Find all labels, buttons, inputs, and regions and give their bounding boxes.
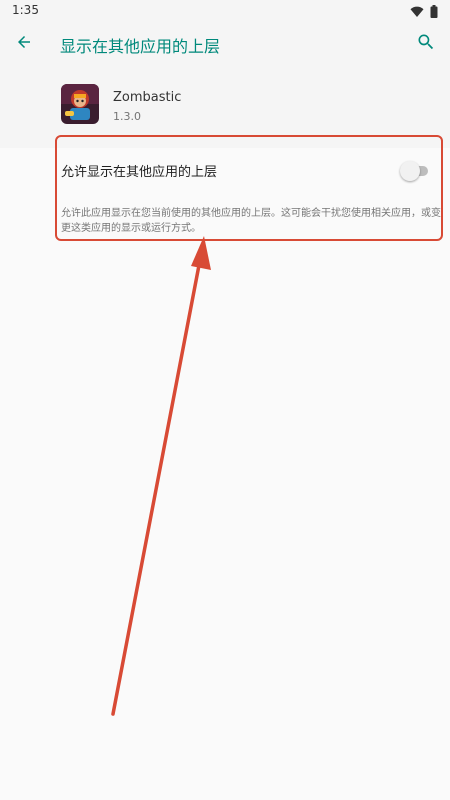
status-time: 1:35 bbox=[12, 3, 39, 17]
app-name: Zombastic bbox=[113, 90, 182, 105]
back-button[interactable] bbox=[8, 28, 40, 60]
battery-icon bbox=[430, 3, 438, 22]
search-button[interactable] bbox=[410, 28, 442, 60]
arrow-back-icon bbox=[15, 33, 33, 55]
wifi-icon bbox=[410, 3, 424, 22]
setting-description: 允许此应用显示在您当前使用的其他应用的上层。这可能会干扰您使用相关应用，或变更这… bbox=[61, 208, 441, 234]
app-bar: 显示在其他应用的上层 bbox=[0, 24, 450, 64]
app-info-header: Zombastic 1.3.0 bbox=[0, 64, 450, 148]
status-bar: 1:35 bbox=[0, 0, 450, 24]
zombastic-app-icon bbox=[61, 84, 99, 124]
setting-title: 允许显示在其他应用的上层 bbox=[61, 165, 218, 180]
allow-overlay-toggle[interactable] bbox=[400, 161, 428, 181]
allow-overlay-setting[interactable]: 允许显示在其他应用的上层 允许此应用显示在您当前使用的其他应用的上层。这可能会干… bbox=[0, 148, 450, 244]
search-icon bbox=[416, 32, 436, 56]
toggle-thumb bbox=[400, 161, 420, 181]
app-version: 1.3.0 bbox=[113, 110, 141, 123]
page-title: 显示在其他应用的上层 bbox=[60, 37, 221, 56]
status-icons bbox=[410, 4, 438, 20]
